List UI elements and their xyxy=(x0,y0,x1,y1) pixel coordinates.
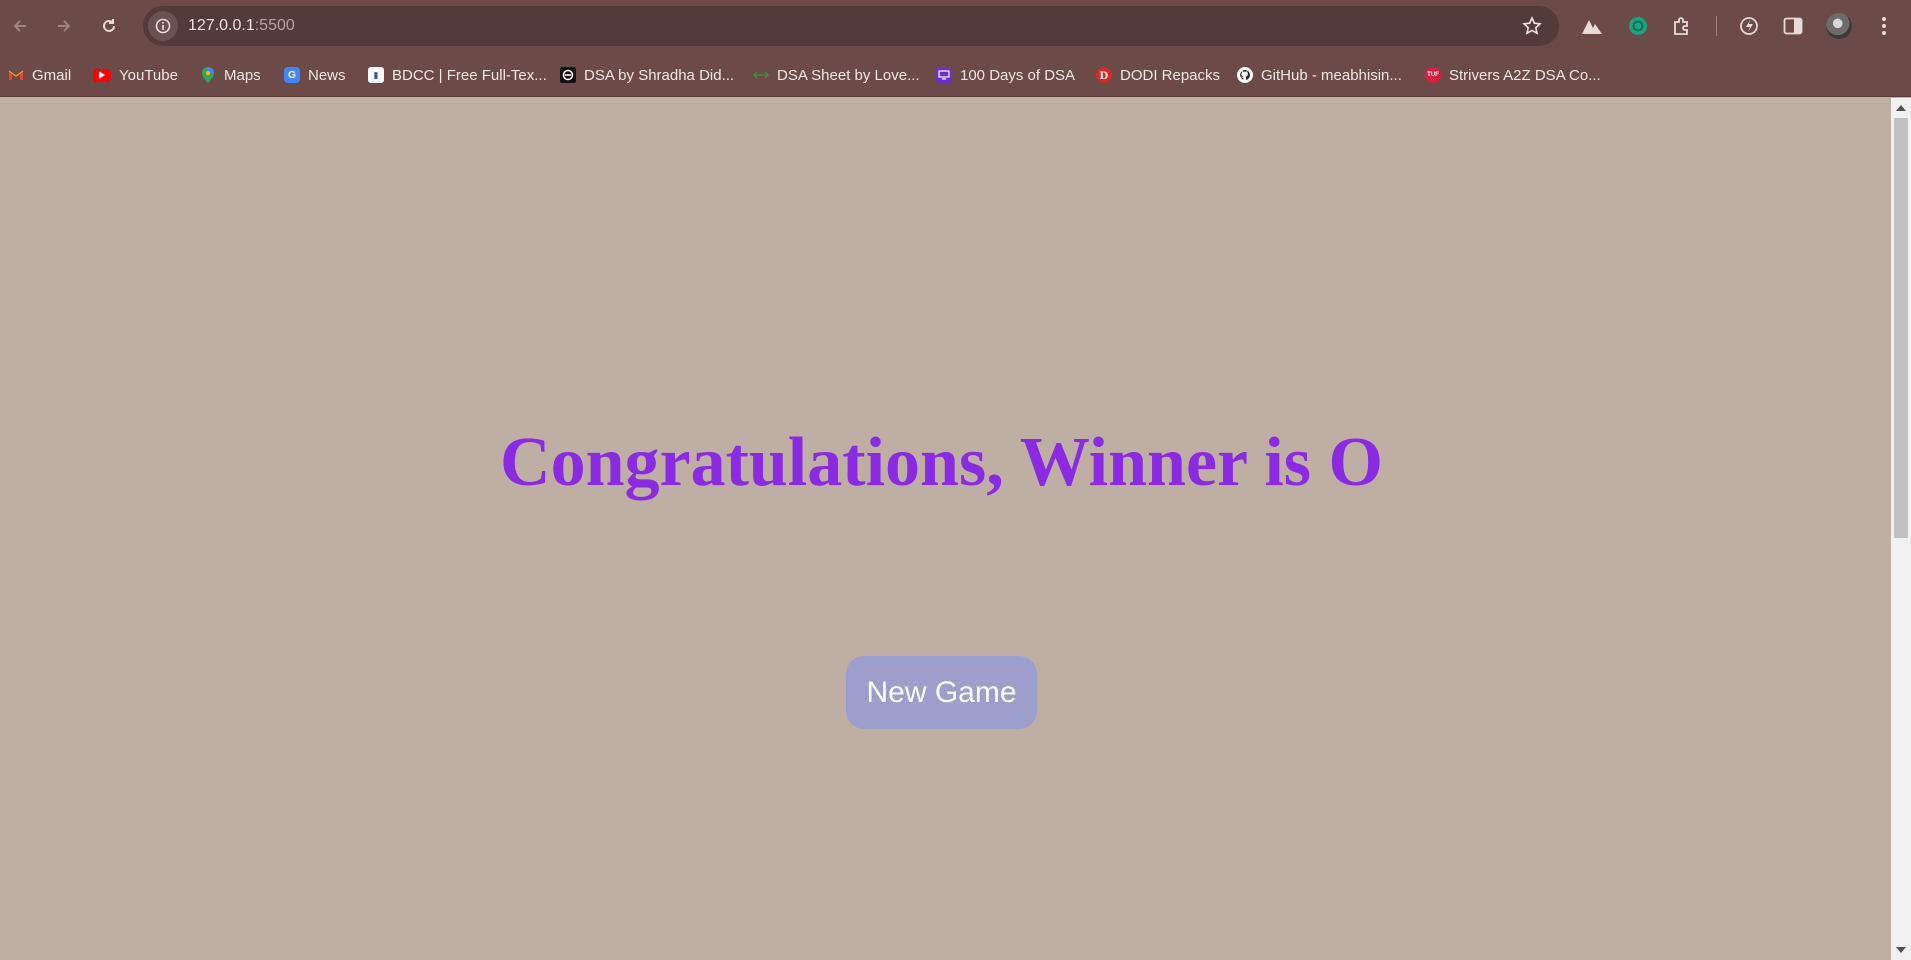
arrow-right-icon xyxy=(58,20,71,32)
browser-toolbar: 127.0.0.1:5500 xyxy=(0,0,1911,52)
page-scrollbar[interactable] xyxy=(1891,98,1911,960)
bookmark-dsa-love[interactable]: DSA Sheet by Love... xyxy=(753,63,920,87)
bookmark-label: YouTube xyxy=(119,66,178,84)
scrollbar-thumb[interactable] xyxy=(1894,118,1908,538)
bookmark-gmail[interactable]: Gmail xyxy=(8,63,71,87)
bookmark-maps[interactable]: Maps xyxy=(200,63,261,87)
bookmark-bdcc[interactable]: ▮ BDCC | Free Full-Tex... xyxy=(368,63,547,87)
bookmark-label: Gmail xyxy=(32,66,72,84)
address-bar[interactable]: 127.0.0.1:5500 xyxy=(143,6,1559,46)
winner-message: Congratulations, Winner is O xyxy=(500,424,1383,501)
star-icon xyxy=(1522,16,1542,35)
performance-button[interactable] xyxy=(1735,12,1763,40)
bookmark-dodi[interactable]: D DODI Repacks xyxy=(1096,63,1220,87)
bookmark-100-days-dsa[interactable]: 100 Days of DSA xyxy=(936,63,1075,87)
github-icon xyxy=(1237,67,1253,83)
url-text[interactable]: 127.0.0.1:5500 xyxy=(188,17,295,35)
speed-icon xyxy=(1740,17,1758,35)
bookmark-label: GitHub - meabhisin... xyxy=(1261,66,1402,84)
chatgpt-icon xyxy=(1629,17,1647,35)
back-button[interactable] xyxy=(2,8,38,44)
bookmark-github[interactable]: GitHub - meabhisin... xyxy=(1237,63,1402,87)
site-info-button[interactable] xyxy=(148,11,178,41)
extensions-button[interactable] xyxy=(1668,12,1696,40)
dsa-love-icon xyxy=(753,67,769,83)
news-icon: G xyxy=(284,67,300,83)
bookmark-label: Maps xyxy=(224,66,261,84)
youtube-icon xyxy=(93,68,111,82)
bookmark-news[interactable]: G News xyxy=(284,63,346,87)
bookmark-label: 100 Days of DSA xyxy=(960,66,1076,84)
bookmarks-bar: Gmail YouTube Maps G News ▮ BDCC | Free … xyxy=(0,52,1911,97)
reload-button[interactable] xyxy=(91,8,127,44)
bookmark-youtube[interactable]: YouTube xyxy=(93,63,178,87)
bookmark-label: BDCC | Free Full-Tex... xyxy=(392,66,547,84)
extension-chatgpt-button[interactable] xyxy=(1624,12,1652,40)
days-dsa-icon xyxy=(936,67,952,83)
extension-vuetify-button[interactable] xyxy=(1578,12,1606,40)
arrow-left-icon xyxy=(13,20,26,32)
forward-button[interactable] xyxy=(46,8,82,44)
more-vertical-icon xyxy=(1882,17,1886,35)
maps-icon xyxy=(200,67,216,83)
dsa-shradha-icon xyxy=(560,67,576,83)
url-port: :5500 xyxy=(254,17,295,34)
scroll-down-arrow-icon[interactable] xyxy=(1896,947,1906,953)
toolbar-separator xyxy=(1716,16,1717,36)
bdcc-icon: ▮ xyxy=(368,67,384,83)
browser-menu-button[interactable] xyxy=(1870,12,1898,40)
puzzle-icon xyxy=(1674,17,1688,35)
tuf-icon: TUF xyxy=(1425,67,1441,83)
bookmark-label: News xyxy=(308,66,346,84)
bookmark-dsa-shradha[interactable]: DSA by Shradha Did... xyxy=(560,63,734,87)
side-panel-button[interactable] xyxy=(1779,12,1807,40)
bookmark-strivers[interactable]: TUF Strivers A2Z DSA Co... xyxy=(1425,63,1601,87)
side-panel-icon xyxy=(1783,17,1803,35)
scroll-up-arrow-icon[interactable] xyxy=(1896,105,1906,111)
dodi-icon: D xyxy=(1096,67,1112,83)
gmail-icon xyxy=(8,67,24,83)
bookmark-star-button[interactable] xyxy=(1521,15,1543,37)
profile-avatar[interactable] xyxy=(1826,13,1852,39)
page-content: Congratulations, Winner is O New Game xyxy=(0,98,1891,960)
bookmark-label: DODI Repacks xyxy=(1120,66,1221,84)
reload-icon xyxy=(103,19,115,32)
mountain-icon xyxy=(1582,20,1602,34)
url-host: 127.0.0.1 xyxy=(188,17,255,34)
info-icon xyxy=(155,18,171,34)
bookmark-label: Strivers A2Z DSA Co... xyxy=(1449,66,1601,84)
bookmark-label: DSA by Shradha Did... xyxy=(584,66,735,84)
new-game-button[interactable]: New Game xyxy=(846,656,1037,729)
bookmark-label: DSA Sheet by Love... xyxy=(777,66,920,84)
